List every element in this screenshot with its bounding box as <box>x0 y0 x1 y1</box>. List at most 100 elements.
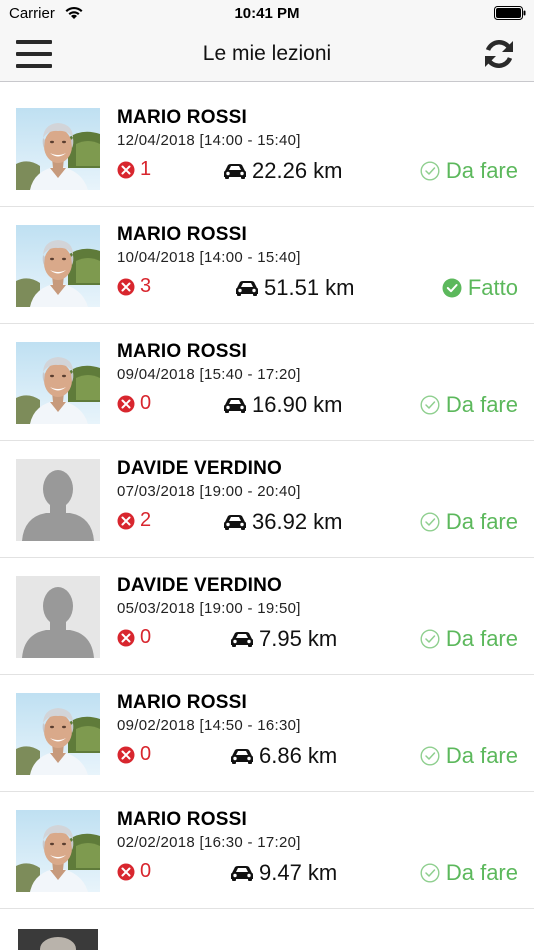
status-label: Da fare <box>445 392 518 417</box>
instructor-name: MARIO ROSSI <box>117 341 247 362</box>
error-count-value: 0 <box>140 392 152 414</box>
status-label: Da fare <box>445 743 518 768</box>
distance: 51.51 km <box>235 275 355 300</box>
error-count: 3 <box>117 275 151 299</box>
check-circle-outline-icon <box>420 161 440 181</box>
battery-icon <box>494 6 526 20</box>
instructor-name: MARIO ROSSI <box>117 107 247 128</box>
status-badge: Da fare <box>420 743 518 768</box>
refresh-icon[interactable] <box>480 35 518 73</box>
error-count: 0 <box>117 626 151 650</box>
check-circle-filled-icon <box>442 278 462 298</box>
distance-value: 22.26 km <box>252 158 343 183</box>
photo-avatar <box>16 108 100 190</box>
status-badge: Da fare <box>420 860 518 885</box>
lesson-date: 10/04/2018 [14:00 - 15:40] <box>117 249 301 266</box>
avatar <box>16 342 100 424</box>
distance: 9.47 km <box>230 860 338 885</box>
avatar <box>16 459 100 541</box>
avatar <box>16 693 100 775</box>
lesson-date: 09/02/2018 [14:50 - 16:30] <box>117 717 301 734</box>
instructor-name: DAVIDE VERDINO <box>117 575 283 596</box>
photo-avatar <box>16 693 100 775</box>
check-circle-outline-icon <box>420 512 440 532</box>
error-count: 1 <box>117 158 151 182</box>
check-circle-outline-icon <box>420 629 440 649</box>
check-circle-outline-icon <box>420 395 440 415</box>
photo-avatar <box>16 810 100 892</box>
error-icon <box>117 512 135 529</box>
lesson-row[interactable]: MARIO ROSSI 02/02/2018 [16:30 - 17:20] 0… <box>0 792 534 909</box>
error-count-value: 0 <box>140 860 152 882</box>
placeholder-avatar <box>16 576 100 658</box>
distance-value: 51.51 km <box>264 275 355 300</box>
lesson-date: 09/04/2018 [15:40 - 17:20] <box>117 366 301 383</box>
error-count: 0 <box>117 392 151 416</box>
status-label: Da fare <box>445 860 518 885</box>
avatar <box>16 108 100 190</box>
lesson-row[interactable]: MARIO ROSSI 12/04/2018 [14:00 - 15:40] 1… <box>0 90 534 207</box>
error-count: 0 <box>117 743 151 767</box>
distance: 22.26 km <box>223 158 343 183</box>
error-count-value: 3 <box>140 275 152 297</box>
error-icon <box>117 629 135 646</box>
lesson-date: 05/03/2018 [19:00 - 19:50] <box>117 600 301 617</box>
lesson-date: 07/03/2018 [19:00 - 20:40] <box>117 483 301 500</box>
status-badge: Da fare <box>420 392 518 417</box>
status-badge: Fatto <box>442 275 518 300</box>
distance: 16.90 km <box>223 392 343 417</box>
distance-value: 36.92 km <box>252 509 343 534</box>
distance: 36.92 km <box>223 509 343 534</box>
lesson-row[interactable]: MARIO ROSSI 10/04/2018 [14:00 - 15:40] 3… <box>0 207 534 324</box>
car-icon <box>224 398 246 413</box>
avatar <box>16 225 100 307</box>
photo-avatar <box>16 225 100 307</box>
lesson-list: MARIO ROSSI 12/04/2018 [14:00 - 15:40] 1… <box>0 90 534 909</box>
lesson-row[interactable]: DAVIDE VERDINO 05/03/2018 [19:00 - 19:50… <box>0 558 534 675</box>
distance: 6.86 km <box>230 743 338 768</box>
lesson-row[interactable]: MARIO ROSSI 09/04/2018 [15:40 - 17:20] 0… <box>0 324 534 441</box>
check-circle-outline-icon <box>420 746 440 766</box>
status-label: Da fare <box>445 509 518 534</box>
status-badge: Da fare <box>420 158 518 183</box>
lesson-date: 02/02/2018 [16:30 - 17:20] <box>117 834 301 851</box>
clock: 10:41 PM <box>234 5 300 22</box>
placeholder-avatar <box>16 459 100 541</box>
error-icon <box>117 278 135 295</box>
lesson-row[interactable]: MARIO ROSSI 09/02/2018 [14:50 - 16:30] 0… <box>0 675 534 792</box>
car-icon <box>224 164 246 179</box>
error-count-value: 2 <box>140 509 152 531</box>
photo-avatar <box>16 342 100 424</box>
check-circle-outline-icon <box>420 863 440 883</box>
lesson-date: 12/04/2018 [14:00 - 15:40] <box>117 132 301 149</box>
instructor-name: DAVIDE VERDINO <box>117 458 283 479</box>
car-icon <box>231 866 253 881</box>
car-icon <box>236 281 258 296</box>
error-icon <box>117 746 135 763</box>
distance-value: 9.47 km <box>259 860 338 885</box>
car-icon <box>224 515 246 530</box>
navigation-bar: Le mie lezioni <box>0 26 534 82</box>
error-icon <box>117 161 135 178</box>
error-icon <box>117 395 135 412</box>
status-label: Da fare <box>445 626 518 651</box>
status-label: Da fare <box>445 158 518 183</box>
lesson-row[interactable]: DAVIDE VERDINO 07/03/2018 [19:00 - 20:40… <box>0 441 534 558</box>
avatar <box>16 810 100 892</box>
avatar <box>18 929 98 950</box>
status-label: Fatto <box>467 275 518 300</box>
status-badge: Da fare <box>420 626 518 651</box>
avatar <box>16 576 100 658</box>
page-title: Le mie lezioni <box>202 42 332 65</box>
instructor-name: MARIO ROSSI <box>117 809 247 830</box>
distance-value: 6.86 km <box>259 743 338 768</box>
status-badge: Da fare <box>420 509 518 534</box>
error-icon <box>117 863 135 880</box>
car-icon <box>231 749 253 764</box>
error-count: 2 <box>117 509 151 533</box>
error-count-value: 0 <box>140 626 152 648</box>
distance-value: 16.90 km <box>252 392 343 417</box>
error-count: 0 <box>117 860 151 884</box>
status-bar: Carrier 10:41 PM <box>0 0 534 26</box>
instructor-name: MARIO ROSSI <box>117 224 247 245</box>
